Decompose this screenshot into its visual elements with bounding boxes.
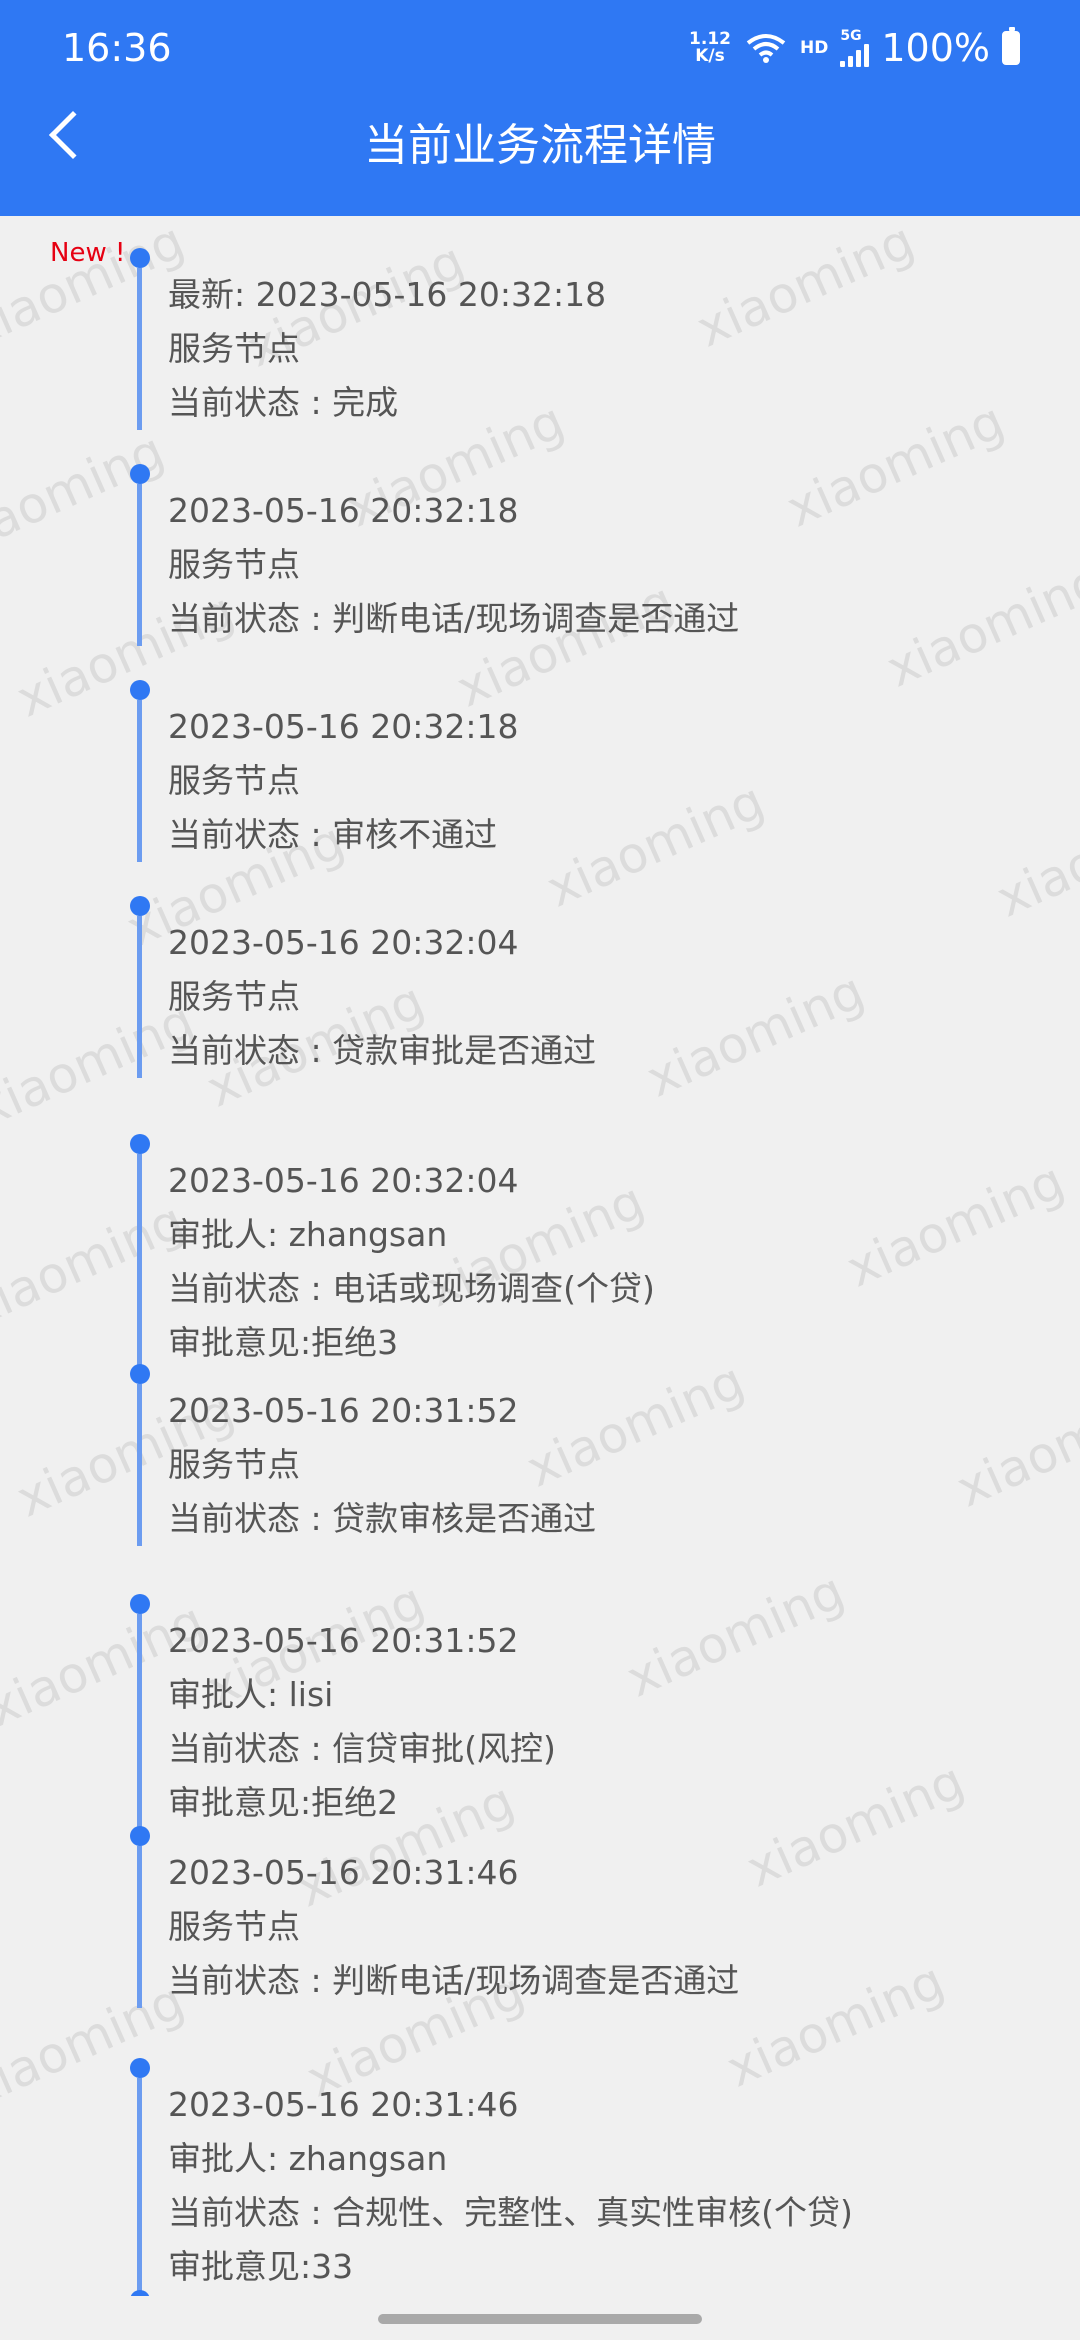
cell-signal-icon: 5G: [840, 28, 870, 67]
timeline-rail: [137, 268, 142, 430]
battery-icon: [1002, 27, 1020, 65]
timeline-rail: [137, 1846, 142, 2008]
entry-detail: 当前状态 : 电话或现场调查(个贷): [168, 1269, 655, 1308]
entry-detail: 当前状态 : 判断电话/现场调查是否通过: [168, 599, 740, 638]
entry-detail: 审批人: lisi: [168, 1675, 334, 1714]
watermark-text: xiaoming: [0, 1971, 193, 2119]
watermark-text: xiaoming: [0, 1191, 193, 1339]
watermark-text: xiaoming: [688, 216, 923, 359]
entry-detail: 服务节点: [168, 1907, 300, 1946]
entry-detail: 服务节点: [168, 977, 300, 1016]
timeline-dot-icon: [130, 1364, 150, 1384]
entry-lines: 最新: 2023-05-16 20:32:18 服务节点当前状态 : 完成: [168, 268, 606, 430]
entry-detail: 服务节点: [168, 761, 300, 800]
entry-timestamp: 2023-05-16 20:32:18: [168, 707, 519, 746]
timeline-rail: [137, 1614, 142, 1830]
entry-timestamp: 2023-05-16 20:32:04: [168, 1161, 519, 1200]
entry-lines: 2023-05-16 20:31:52 审批人: lisi 当前状态 : 信贷审批(…: [168, 1614, 556, 1830]
entry-lines: 2023-05-16 20:32:04 服务节点当前状态 : 贷款审批是否通过: [168, 916, 596, 1078]
home-indicator[interactable]: [378, 2314, 702, 2324]
network-speed: 1.12 K/s: [688, 31, 732, 65]
process-timeline[interactable]: xiaoming xiaoming xiaoming xiaoming xiaoming…: [0, 216, 1080, 2296]
entry-detail: 当前状态 : 信贷审批(风控): [168, 1729, 556, 1768]
entry-detail: 审批意见:拒绝3: [168, 1323, 399, 1362]
battery-percent: 100%: [881, 26, 990, 70]
wifi-icon: [746, 34, 786, 63]
status-time: 16:36: [62, 26, 172, 70]
timeline-rail: [137, 1154, 142, 1370]
watermark-text: xiaoming: [988, 781, 1080, 929]
timeline-rail: [137, 916, 142, 1078]
watermark-text: xiaoming: [948, 1371, 1080, 1519]
entry-detail: 当前状态 : 审核不通过: [168, 815, 498, 854]
watermark-text: xiaoming: [618, 1561, 853, 1709]
timeline-dot-icon: [130, 2058, 150, 2078]
entry-detail: 审批人: zhangsan: [168, 1215, 448, 1254]
entry-timestamp: 2023-05-16 20:32:18: [168, 491, 519, 530]
entry-detail: 审批意见:33: [168, 2247, 354, 2286]
entry-detail: 当前状态 : 判断电话/现场调查是否通过: [168, 1961, 740, 2000]
entry-lines: 2023-05-16 20:31:46 服务节点当前状态 : 判断电话/现场调查是…: [168, 1846, 739, 2008]
hd-indicator: HD: [800, 38, 829, 58]
network-type: 5G: [840, 28, 862, 44]
timeline-dot-icon: [130, 896, 150, 916]
entry-timestamp: 2023-05-16 20:31:46: [168, 1853, 519, 1892]
entry-detail: 审批意见:拒绝2: [168, 1783, 399, 1822]
new-badge: New !: [50, 238, 126, 268]
entry-detail: 当前状态 : 合规性、完整性、真实性审核(个贷): [168, 2193, 853, 2232]
entry-timestamp: 2023-05-16 20:31:52: [168, 1621, 519, 1660]
entry-timestamp: 2023-05-16 20:32:04: [168, 923, 519, 962]
entry-lines: 2023-05-16 20:32:18 服务节点当前状态 : 判断电话/现场调查是…: [168, 484, 739, 646]
timeline-dot-icon: [130, 680, 150, 700]
entry-detail: 审批人: zhangsan: [168, 2139, 448, 2178]
timeline-dot-icon: [130, 1134, 150, 1154]
watermark-text: xiaoming: [778, 391, 1013, 539]
watermark-text: xiaoming: [878, 551, 1080, 699]
entry-detail: 当前状态 : 贷款审核是否通过: [168, 1499, 597, 1538]
watermark-text: xiaoming: [538, 771, 773, 919]
timeline-dot-icon: [130, 248, 150, 268]
entry-detail: 服务节点: [168, 545, 300, 584]
entry-timestamp: 2023-05-16 20:31:46: [168, 2085, 519, 2124]
watermark-text: xiaoming: [738, 1751, 973, 1899]
watermark-text: xiaoming: [0, 421, 173, 569]
entry-detail: 当前状态 : 贷款审批是否通过: [168, 1031, 597, 1070]
watermark-text: xiaoming: [718, 1951, 953, 2099]
entry-timestamp: 最新: 2023-05-16 20:32:18: [168, 275, 607, 314]
timeline-rail: [137, 484, 142, 646]
watermark-text: xiaoming: [838, 1151, 1073, 1299]
timeline-rail: [137, 1384, 142, 1546]
timeline-dot-icon: [130, 1826, 150, 1846]
timeline-dot-icon: [130, 464, 150, 484]
app-header: 16:36 1.12 K/s HD 5G 100% 当前业务流程详情: [0, 0, 1080, 216]
timeline-rail: [137, 2078, 142, 2294]
entry-lines: 2023-05-16 20:31:52 服务节点当前状态 : 贷款审核是否通过: [168, 1384, 596, 1546]
entry-timestamp: 2023-05-16 20:31:52: [168, 1391, 519, 1430]
entry-detail: 服务节点: [168, 1445, 300, 1484]
status-icons: 1.12 K/s HD 5G 100%: [688, 20, 1020, 76]
watermark-text: xiaoming: [638, 961, 873, 1109]
entry-lines: 2023-05-16 20:31:46 审批人: zhangsan 当前状态 : 合…: [168, 2078, 853, 2294]
timeline-dot-icon: [130, 2290, 150, 2296]
timeline-dot-icon: [130, 1594, 150, 1614]
entry-detail: 服务节点: [168, 329, 300, 368]
timeline-rail: [137, 700, 142, 862]
entry-detail: 当前状态 : 完成: [168, 383, 399, 422]
entry-lines: 2023-05-16 20:32:18 服务节点当前状态 : 审核不通过: [168, 700, 518, 862]
entry-lines: 2023-05-16 20:32:04 审批人: zhangsan 当前状态 : 电…: [168, 1154, 655, 1370]
network-speed-unit: K/s: [695, 46, 725, 66]
page-title: 当前业务流程详情: [364, 120, 716, 171]
